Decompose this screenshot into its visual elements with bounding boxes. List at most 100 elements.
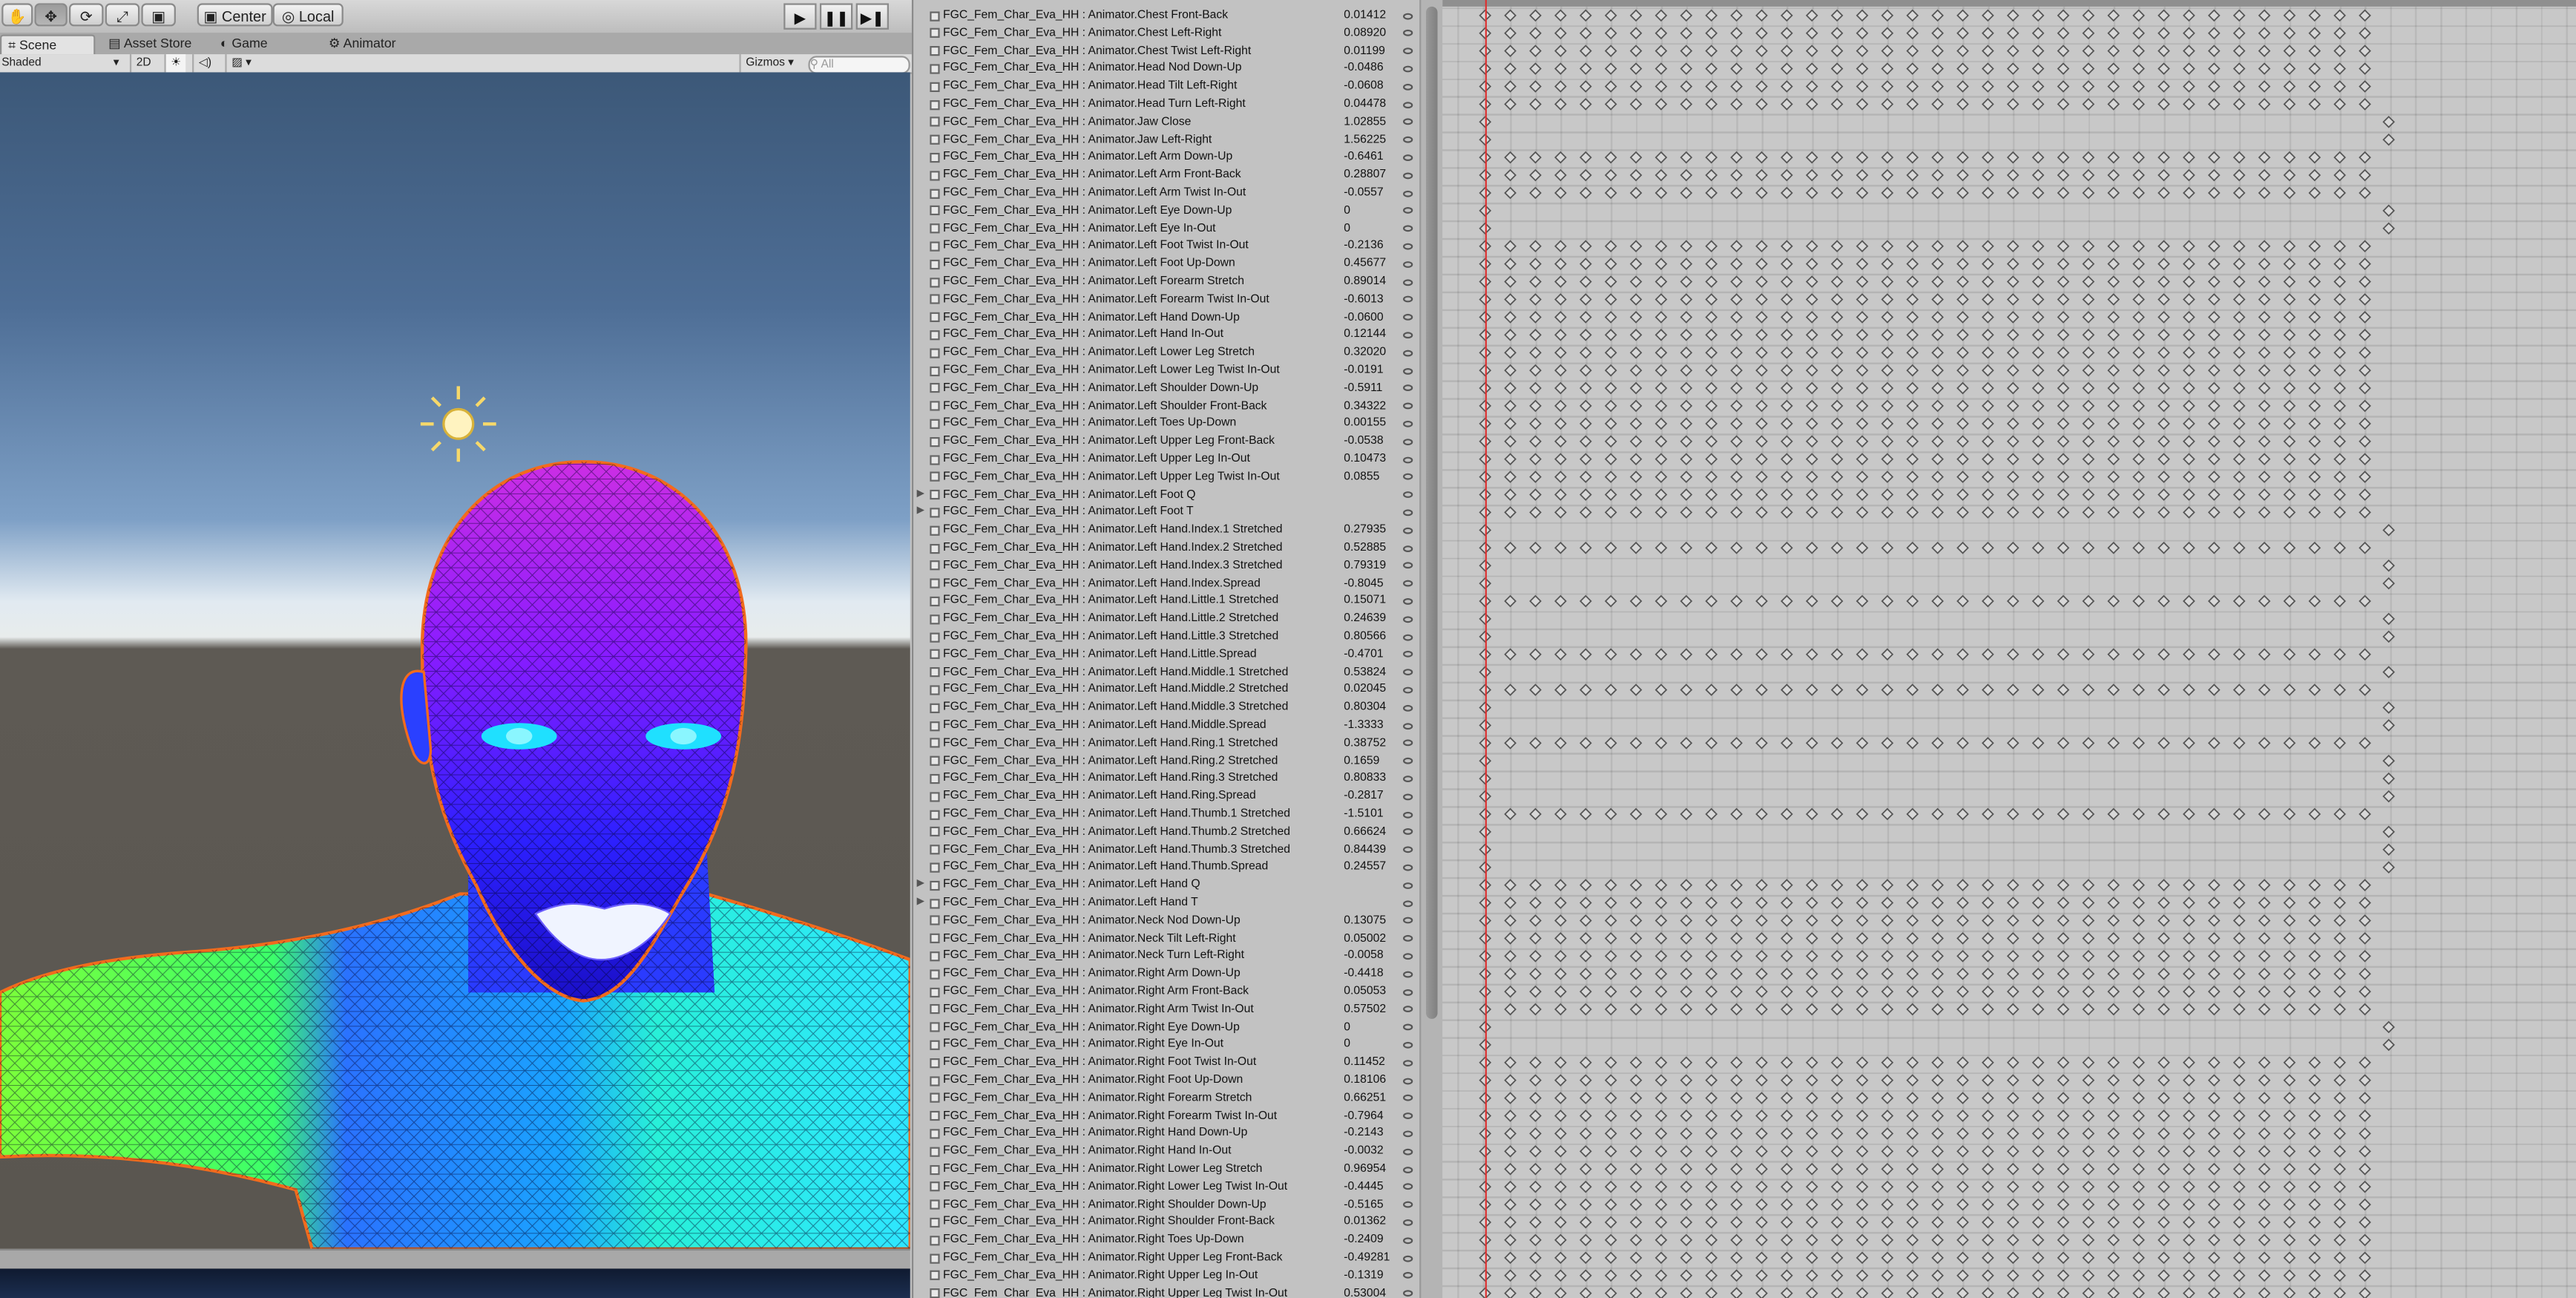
keyframe-diamond[interactable]	[1856, 346, 1869, 359]
keyframe-diamond[interactable]	[1805, 1056, 1818, 1069]
keyframe-diamond[interactable]	[2132, 879, 2145, 891]
keyframe-diamond[interactable]	[1830, 399, 1844, 413]
keyframe-diamond[interactable]	[1680, 1180, 1693, 1193]
keyframe-diamond[interactable]	[2057, 62, 2070, 75]
keyframe-diamond[interactable]	[2006, 364, 2020, 377]
property-row[interactable]: FGC_Fem_Char_Eva_HH : Animator.Left Hand…	[913, 610, 1421, 628]
keyframe-diamond[interactable]	[2006, 311, 2020, 324]
gizmos-dropdown[interactable]: Gizmos ▾	[739, 54, 798, 73]
keyframe-diamond[interactable]	[2006, 1127, 2020, 1140]
keyframe-diamond[interactable]	[2057, 736, 2070, 750]
keyframe-diamond[interactable]	[1579, 1198, 1592, 1211]
keyframe-diamond[interactable]	[1780, 1003, 1793, 1016]
keyframe-diamond[interactable]	[1504, 684, 1517, 696]
keyframe-toggle-icon[interactable]	[1403, 1236, 1413, 1244]
keyframe-diamond[interactable]	[2132, 381, 2145, 395]
keyframe-diamond[interactable]	[2283, 168, 2296, 182]
keyframe-diamond[interactable]	[1931, 1003, 1944, 1016]
keyframe-diamond[interactable]	[2283, 594, 2296, 608]
keyframe-diamond[interactable]	[2006, 471, 2020, 483]
keyframe-diamond[interactable]	[1981, 1109, 1994, 1122]
keyframe-diamond[interactable]	[2006, 1198, 2020, 1211]
keyframe-diamond[interactable]	[1554, 897, 1567, 909]
property-row[interactable]: FGC_Fem_Char_Eva_HH : Animator.Left Hand…	[913, 326, 1421, 344]
keyframe-diamond[interactable]	[2207, 1269, 2221, 1282]
keyframe-diamond[interactable]	[1730, 186, 1743, 200]
keyframe-diamond[interactable]	[1504, 186, 1517, 200]
keyframe-diamond[interactable]	[1906, 1251, 1919, 1265]
keyframe-toggle-icon[interactable]	[1403, 615, 1413, 623]
keyframe-diamond[interactable]	[1680, 328, 1693, 341]
keyframe-diamond[interactable]	[1805, 1127, 1818, 1140]
keyframe-diamond[interactable]	[2158, 258, 2170, 270]
keyframe-diamond[interactable]	[2057, 541, 2070, 554]
keyframe-diamond[interactable]	[1579, 1056, 1592, 1069]
keyframe-diamond[interactable]	[1554, 151, 1567, 164]
keyframe-diamond[interactable]	[1981, 1074, 1994, 1087]
keyframe-diamond[interactable]	[2031, 80, 2045, 93]
property-row[interactable]: FGC_Fem_Char_Eva_HH : Animator.Right Han…	[913, 1142, 1421, 1160]
keyframe-diamond[interactable]	[2283, 1056, 2296, 1069]
keyframe-diamond[interactable]	[1956, 399, 1969, 413]
keyframe-diamond[interactable]	[1629, 932, 1643, 945]
keyframe-diamond[interactable]	[1755, 949, 1768, 963]
keyframe-diamond[interactable]	[2283, 914, 2296, 927]
keyframe-diamond[interactable]	[2057, 1092, 2070, 1104]
keyframe-diamond[interactable]	[1881, 1216, 1894, 1229]
keyframe-diamond[interactable]	[1981, 648, 1994, 661]
property-value-field[interactable]: -0.4701	[1344, 646, 1403, 663]
keyframe-diamond[interactable]	[1906, 1003, 1919, 1016]
keyframe-diamond[interactable]	[1604, 240, 1617, 253]
keyframe-diamond[interactable]	[1780, 1180, 1793, 1193]
keyframe-diamond[interactable]	[2057, 1109, 2070, 1122]
keyframe-diamond[interactable]	[2006, 1233, 2020, 1247]
keyframe-diamond[interactable]	[2258, 435, 2271, 448]
keyframe-diamond[interactable]	[1956, 364, 1969, 377]
keyframe-diamond[interactable]	[2132, 1216, 2145, 1229]
keyframe-diamond[interactable]	[1755, 151, 1768, 164]
keyframe-diamond[interactable]	[1856, 399, 1869, 413]
keyframe-diamond[interactable]	[1629, 258, 1643, 270]
keyframe-diamond[interactable]	[1856, 541, 1869, 554]
keyframe-diamond[interactable]	[1529, 311, 1542, 324]
keyframe-diamond[interactable]	[1981, 27, 1994, 40]
keyframe-diamond[interactable]	[2182, 807, 2195, 821]
keyframe-diamond[interactable]	[1604, 897, 1617, 909]
keyframe-diamond[interactable]	[1755, 27, 1768, 40]
keyframe-toggle-icon[interactable]	[1403, 1023, 1413, 1031]
keyframe-diamond[interactable]	[1805, 417, 1818, 430]
keyframe-diamond[interactable]	[1529, 62, 1542, 75]
keyframe-diamond[interactable]	[1629, 151, 1643, 164]
keyframe-toggle-icon[interactable]	[1403, 669, 1413, 676]
keyframe-diamond[interactable]	[2158, 453, 2170, 466]
keyframe-diamond[interactable]	[1780, 399, 1793, 413]
keyframe-diamond[interactable]	[2031, 932, 2045, 945]
keyframe-diamond[interactable]	[1881, 417, 1894, 430]
keyframe-diamond[interactable]	[1529, 1216, 1542, 1229]
keyframe-diamond[interactable]	[1705, 98, 1718, 111]
keyframe-diamond[interactable]	[2158, 186, 2170, 200]
keyframe-diamond[interactable]	[1830, 488, 1844, 501]
keyframe-diamond[interactable]	[1755, 453, 1768, 466]
keyframe-diamond[interactable]	[2333, 98, 2346, 111]
keyframe-diamond[interactable]	[1529, 381, 1542, 395]
keyframe-diamond[interactable]	[1529, 1162, 1542, 1176]
keyframe-diamond[interactable]	[2006, 62, 2020, 75]
keyframe-diamond[interactable]	[2082, 293, 2095, 306]
keyframe-diamond[interactable]	[1881, 807, 1894, 821]
keyframe-diamond[interactable]	[1881, 240, 1894, 253]
property-value-field[interactable]: -0.1319	[1344, 1267, 1403, 1285]
keyframe-toggle-icon[interactable]	[1403, 101, 1413, 108]
keyframe-diamond[interactable]	[1604, 648, 1617, 661]
keyframe-diamond[interactable]	[1956, 471, 1969, 483]
property-row[interactable]: FGC_Fem_Char_Eva_HH : Animator.Left Hand…	[913, 628, 1421, 646]
keyframe-diamond[interactable]	[2308, 985, 2322, 998]
keyframe-diamond[interactable]	[2107, 967, 2120, 980]
keyframe-toggle-icon[interactable]	[1403, 438, 1413, 445]
keyframe-diamond[interactable]	[2333, 258, 2346, 270]
keyframe-diamond[interactable]	[1529, 1180, 1542, 1193]
keyframe-diamond[interactable]	[2182, 594, 2195, 608]
property-value-field[interactable]: 0.34322	[1344, 397, 1403, 415]
property-row[interactable]: FGC_Fem_Char_Eva_HH : Animator.Left Eye …	[913, 202, 1421, 220]
keyframe-diamond[interactable]	[2359, 364, 2371, 377]
